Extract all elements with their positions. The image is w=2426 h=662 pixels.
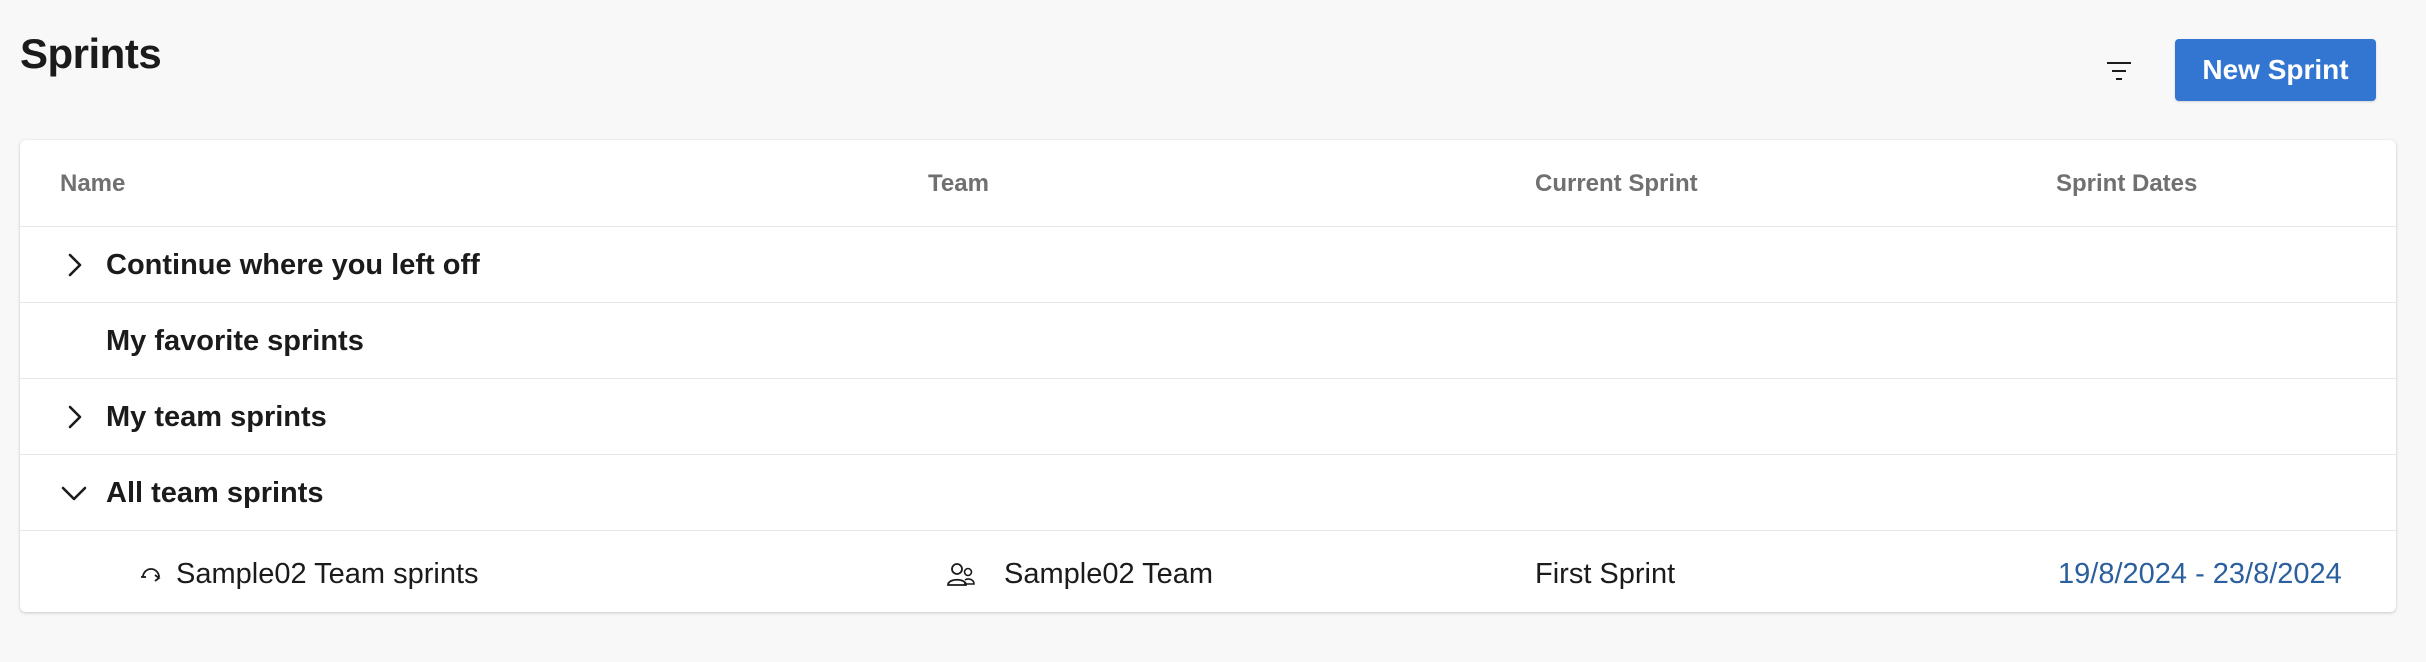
- table-row[interactable]: Sample02 Team sprints Sample02 Team Firs…: [20, 534, 2396, 612]
- group-row-continue[interactable]: Continue where you left off: [20, 227, 2396, 303]
- sprint-name-link[interactable]: Sample02 Team sprints: [176, 558, 479, 591]
- table-header-row: Name Team Current Sprint Sprint Dates: [20, 140, 2396, 227]
- group-label: My team sprints: [106, 401, 327, 433]
- filter-button[interactable]: [2096, 48, 2142, 94]
- page-header: Sprints New Sprint: [0, 0, 2426, 140]
- chevron-right-icon[interactable]: [60, 251, 88, 279]
- filter-icon: [2107, 62, 2131, 80]
- new-sprint-button[interactable]: New Sprint: [2175, 39, 2376, 101]
- group-row-my-team[interactable]: My team sprints: [20, 379, 2396, 455]
- current-sprint[interactable]: First Sprint: [1535, 558, 1675, 591]
- group-row-favorites[interactable]: My favorite sprints: [20, 303, 2396, 379]
- team-icon: [947, 563, 975, 586]
- chevron-down-icon[interactable]: [60, 479, 88, 507]
- sprints-table: Name Team Current Sprint Sprint Dates Co…: [20, 140, 2396, 612]
- team-name[interactable]: Sample02 Team: [1004, 558, 1213, 591]
- group-label: My favorite sprints: [106, 325, 364, 357]
- sprint-icon: [141, 568, 161, 582]
- group-label: Continue where you left off: [106, 249, 480, 281]
- group-row-all-team[interactable]: All team sprints: [20, 455, 2396, 531]
- chevron-right-icon[interactable]: [60, 403, 88, 431]
- column-header-name[interactable]: Name: [60, 170, 125, 198]
- group-label: All team sprints: [106, 477, 324, 509]
- column-header-current-sprint[interactable]: Current Sprint: [1535, 170, 1698, 198]
- column-header-sprint-dates[interactable]: Sprint Dates: [2056, 170, 2197, 198]
- sprint-dates-link[interactable]: 19/8/2024 - 23/8/2024: [2058, 558, 2342, 591]
- column-header-team[interactable]: Team: [928, 170, 989, 198]
- page-title: Sprints: [20, 30, 162, 77]
